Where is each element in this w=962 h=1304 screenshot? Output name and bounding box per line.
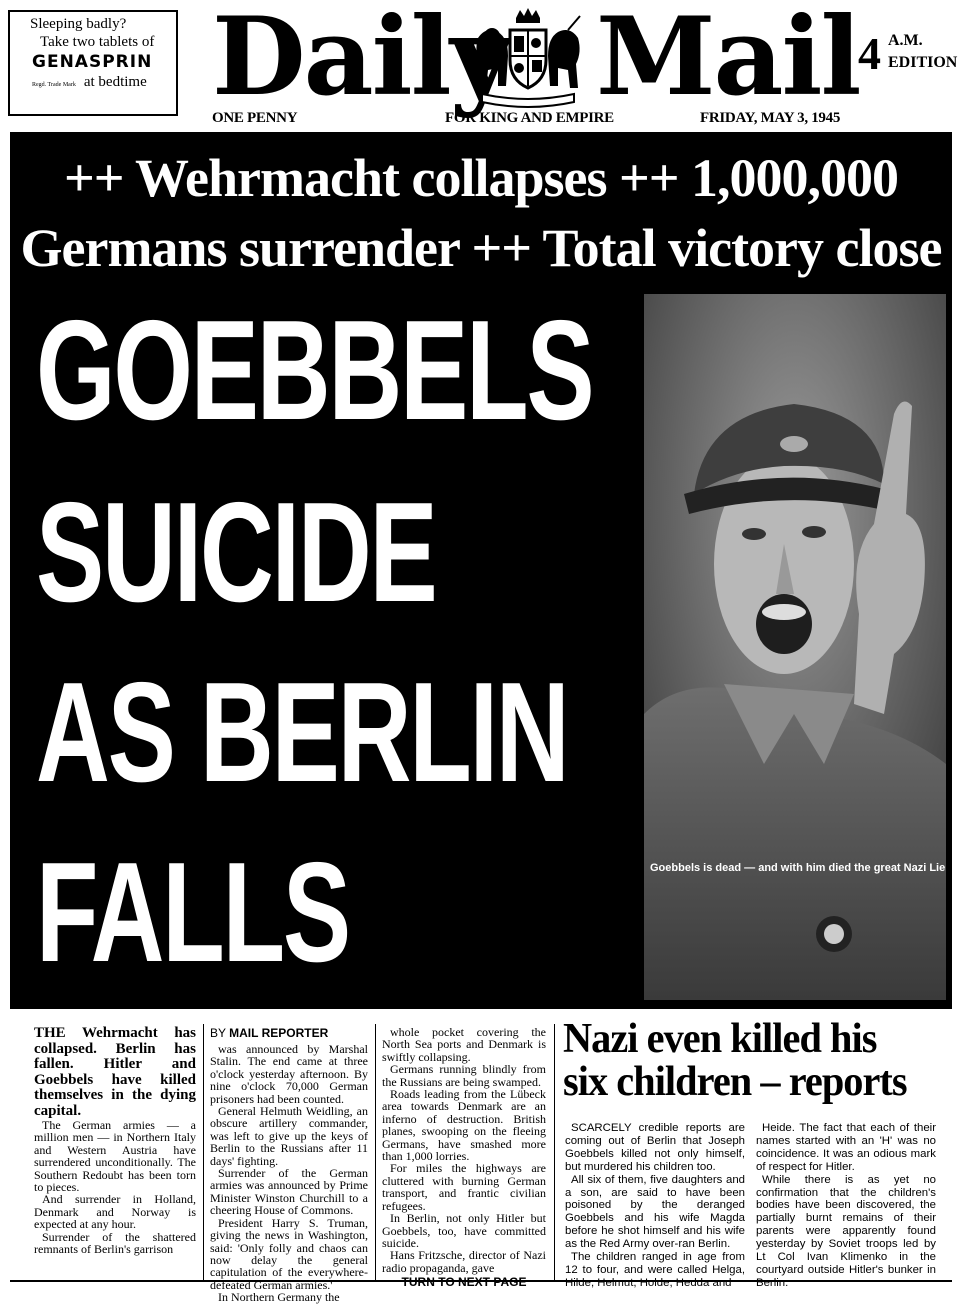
strapline-1: ++ Wehrmacht collapses ++ 1,000,000 xyxy=(63,148,899,208)
column-divider xyxy=(554,1024,555,1280)
masthead-motto: FOR KING AND EMPIRE xyxy=(445,110,614,126)
main-story-lead: THE Wehrmacht has collapsed. Berlin has … xyxy=(34,1025,196,1119)
paragraph: General Helmuth Weidling, an obscure art… xyxy=(210,1104,368,1168)
turn-to-next-page: TURN TO NEXT PAGE xyxy=(401,1275,527,1290)
headline-line-1: GOEBBELS xyxy=(36,291,595,450)
main-story-column-2: BY MAIL REPORTER was announced by Marsha… xyxy=(210,1026,368,1304)
cover-price: ONE PENNY xyxy=(212,110,298,126)
side-story-column-2: Heide. The fact that each of their names… xyxy=(756,1122,936,1290)
headline-line-3: AS BERLIN xyxy=(36,653,570,812)
byline-name: MAIL REPORTER xyxy=(229,1026,329,1040)
royal-crest-icon xyxy=(476,8,581,108)
paragraph: Germans running blindly from the Russian… xyxy=(382,1062,546,1089)
paragraph: Roads leading from the Lübeck area towar… xyxy=(382,1087,546,1164)
paragraph: In Northern Germany the xyxy=(218,1290,340,1304)
ad-brand: GENASPRIN xyxy=(32,52,153,72)
headline-line-4: FALLS xyxy=(36,833,351,992)
dateline: FRIDAY, MAY 3, 1945 xyxy=(700,110,841,126)
main-story-column-1: THE Wehrmacht has collapsed. Berlin has … xyxy=(34,1025,196,1257)
paragraph: whole pocket covering the North Sea port… xyxy=(382,1025,546,1064)
paragraph: Surrender of the German armies was annou… xyxy=(210,1166,368,1218)
main-story-column-3: whole pocket covering the North Sea port… xyxy=(382,1026,546,1289)
column-divider xyxy=(203,1024,204,1280)
side-headline-line-2: six children – reports xyxy=(563,1059,908,1105)
masthead-title-daily: Daily xyxy=(212,0,512,120)
paragraph: Surrender of the shattered remnants of B… xyxy=(34,1229,196,1257)
paragraph: For miles the highways are cluttered wit… xyxy=(382,1161,546,1213)
side-story-column-1: SCARCELY credible reports are coming out… xyxy=(565,1122,745,1290)
edition-am-label: A.M. xyxy=(888,32,923,49)
paragraph: And surrender in Holland, Denmark and No… xyxy=(34,1192,196,1232)
strapline-2: Germans surrender ++ Total victory close xyxy=(20,218,943,278)
genasprin-advert: Sleeping badly? Take two tablets of GENA… xyxy=(8,10,178,116)
paragraph: The children ranged in age from 12 to fo… xyxy=(565,1251,745,1289)
goebbels-photo xyxy=(644,294,946,1000)
ad-line-2: Take two tablets of xyxy=(40,34,155,50)
masthead-title-mail: Mail xyxy=(596,0,862,120)
paragraph: The German armies — a million men — in N… xyxy=(34,1118,196,1195)
edition-label: EDITION xyxy=(888,54,958,71)
ad-line-1: Sleeping badly? xyxy=(30,16,127,32)
side-story-headline: Nazi even killed his six children – repo… xyxy=(563,1016,908,1105)
byline-prefix: BY xyxy=(210,1026,226,1040)
front-page-banner: ++ Wehrmacht collapses ++ 1,000,000 Germ… xyxy=(10,132,952,1009)
ad-trademark: Regd. Trade Mark xyxy=(32,82,76,88)
byline: BY MAIL REPORTER xyxy=(210,1026,368,1041)
paragraph: In Berlin, not only Hitler but Goebbels,… xyxy=(382,1211,546,1250)
paragraph: All six of them, five daughters and a so… xyxy=(565,1173,745,1251)
bottom-rule xyxy=(10,1280,952,1282)
side-headline-line-1: Nazi even killed his xyxy=(563,1016,877,1062)
paragraph: SCARCELY credible reports are coming out… xyxy=(565,1122,745,1173)
column-divider xyxy=(375,1024,376,1280)
edition-number: 4 xyxy=(858,28,881,79)
paragraph: While there is as yet no confirmation th… xyxy=(756,1173,936,1289)
photo-caption: Goebbels is dead — and with him died the… xyxy=(650,862,946,874)
headline-line-2: SUICIDE xyxy=(36,473,438,632)
paragraph: Heide. The fact that each of their names… xyxy=(756,1122,936,1173)
paragraph: Hans Fritzsche, director of Nazi radio p… xyxy=(382,1248,546,1275)
ad-line-4: at bedtime xyxy=(83,74,147,90)
paragraph: was announced by Marshal Stalin. The end… xyxy=(210,1042,368,1106)
